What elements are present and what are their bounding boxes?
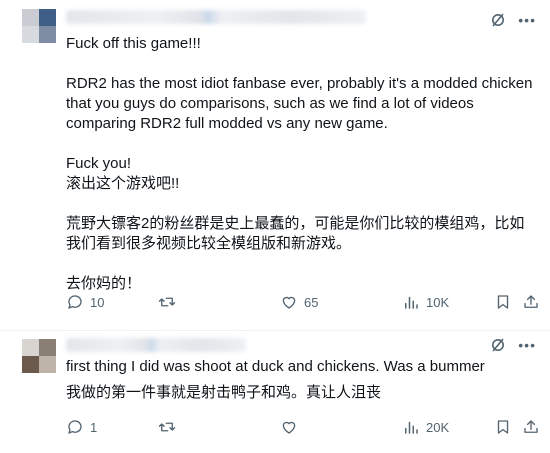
tweet-text: Fuck off this game!!! RDR2 has the most … [66,34,536,294]
like-button[interactable] [280,417,304,437]
tweet-top-icons: ••• [490,337,536,353]
tweet-paragraph: 荒野大镖客2的粉丝群是史上最蠢的，可能是你们比较的模组鸡，比如我们看到很多视频比… [66,215,525,252]
views-icon [405,296,418,309]
repost-icon [158,297,176,307]
avatar[interactable] [22,339,56,373]
views-count: 20K [426,419,450,435]
like-icon [282,296,296,309]
tweet-paragraph: RDR2 has the most idiot fanbase ever, pr… [66,75,533,132]
tweet-paragraph: 滚出这个游戏吧!! [66,175,180,192]
more-icon[interactable]: ••• [518,13,536,27]
tweet-actions: 10 65 10K [66,292,538,312]
share-icon [524,420,538,433]
redacted-author-header [66,338,246,352]
tweet-paragraph: first thing I did was shoot at duck and … [66,358,485,375]
reply-icon [68,295,82,309]
bookmark-icon [497,420,509,434]
tweet-paragraph: Fuck you! [66,155,132,172]
share-button[interactable] [522,292,540,312]
tweet-paragraph: 我做的第一件事就是射击鸭子和鸡。真让人沮丧 [66,384,382,401]
share-icon [524,295,538,308]
reply-button[interactable]: 1 [66,417,97,437]
tweet[interactable]: ••• Fuck off this game!!! RDR2 has the m… [0,0,550,330]
tweet-text: first thing I did was shoot at duck and … [66,357,536,403]
tweet[interactable]: ••• first thing I did was shoot at duck … [0,330,550,453]
bookmark-button[interactable] [494,292,512,312]
like-button[interactable]: 65 [280,292,318,312]
grok-icon[interactable] [490,337,506,353]
views-button[interactable]: 20K [402,417,449,437]
more-icon[interactable]: ••• [518,338,536,352]
views-count: 10K [426,294,450,310]
repost-button[interactable] [158,292,182,312]
bookmark-button[interactable] [494,417,512,437]
reply-icon [68,420,82,434]
bookmark-icon [497,295,509,309]
repost-icon [158,422,176,432]
reply-count: 1 [90,419,98,435]
tweet-paragraph: Fuck off this game!!! [66,35,201,52]
views-button[interactable]: 10K [402,292,449,312]
views-icon [405,421,418,434]
like-count: 65 [304,294,319,310]
grok-icon[interactable] [490,12,506,28]
reply-button[interactable]: 10 [66,292,104,312]
reply-count: 10 [90,294,105,310]
avatar[interactable] [22,9,56,43]
like-icon [282,421,296,434]
share-button[interactable] [522,417,540,437]
tweet-paragraph: 去你妈的！ [66,275,142,292]
tweet-actions: 1 20K [66,417,538,437]
tweet-top-icons: ••• [490,12,536,28]
repost-button[interactable] [158,417,182,437]
redacted-author-header [66,10,366,24]
